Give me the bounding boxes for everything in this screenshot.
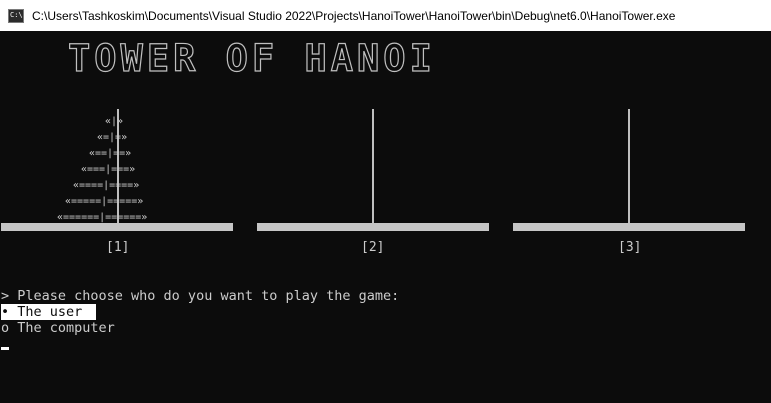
prompt-question: > Please choose who do you want to play …: [1, 288, 400, 304]
option-user[interactable]: • The user: [1, 304, 97, 320]
option-user-label: The user: [17, 304, 83, 320]
peg-2-base: [257, 223, 489, 231]
window-title: C:\Users\Tashkoskim\Documents\Visual Stu…: [32, 8, 676, 23]
peg-2-rod: [372, 109, 374, 224]
peg-1-disk-5: «====|====»: [73, 180, 140, 191]
peg-2-label: [2]: [361, 240, 385, 255]
option-computer-label: The computer: [17, 320, 115, 336]
console-app-icon: [8, 8, 24, 23]
console-output: TOWER OF HANOI «|» «=|=» «==|==» «===|==…: [0, 31, 771, 403]
peg-3-base: [513, 223, 745, 231]
peg-3-label: [3]: [618, 240, 642, 255]
peg-1-label: [1]: [106, 240, 130, 255]
text-cursor: [1, 347, 9, 350]
option-computer[interactable]: o The computer: [1, 320, 115, 336]
peg-1-base: [1, 223, 233, 231]
banner-title: TOWER OF HANOI: [67, 36, 436, 80]
option-computer-marker: o: [1, 320, 10, 336]
peg-1-disk-6: «=====|=====»: [65, 196, 144, 207]
peg-1-disk-4: «===|===»: [81, 164, 136, 175]
peg-3-rod: [628, 109, 630, 224]
peg-1-disk-3: «==|==»: [89, 148, 132, 159]
peg-1-disk-1: «|»: [105, 116, 124, 127]
peg-1-disk-2: «=|=»: [97, 132, 128, 143]
option-user-marker: •: [1, 304, 10, 320]
window-titlebar[interactable]: C:\Users\Tashkoskim\Documents\Visual Stu…: [0, 0, 771, 31]
